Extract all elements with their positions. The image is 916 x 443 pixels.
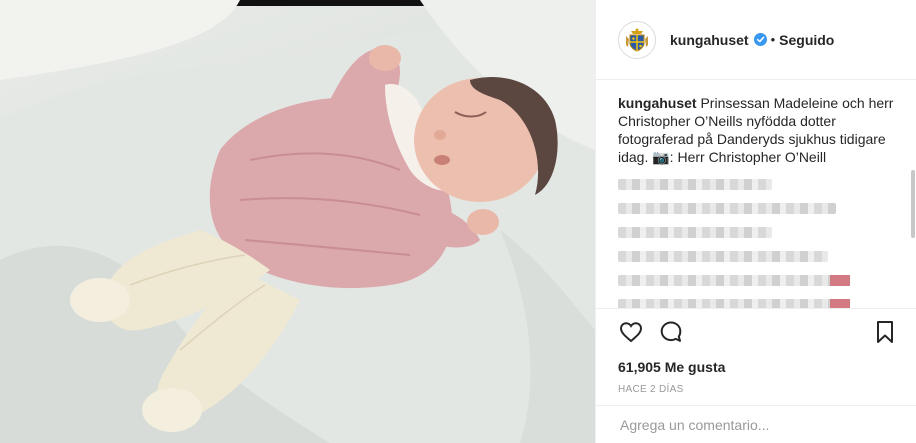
post-caption: kungahuset Prinsessan Madeleine och herr… — [618, 94, 898, 166]
comment-input[interactable] — [618, 415, 894, 434]
blurred-comment — [618, 203, 837, 214]
follow-status-button[interactable]: Seguido — [779, 32, 834, 48]
blurred-comment — [618, 179, 772, 190]
comments-area[interactable]: kungahuset Prinsessan Madeleine och herr… — [596, 80, 916, 308]
header-separator: • — [770, 32, 776, 47]
bookmark-icon[interactable] — [872, 319, 898, 345]
blurred-comment — [618, 275, 851, 286]
add-comment-bar — [596, 405, 916, 443]
post-header: kungahuset • Seguido — [596, 0, 916, 80]
verified-badge-icon — [753, 33, 767, 46]
comments-scrollbar[interactable] — [911, 170, 915, 238]
blurred-comment-emoji — [830, 299, 851, 308]
blurred-comment-emoji — [830, 275, 851, 286]
blurred-comments-list — [618, 179, 898, 308]
comment-bubble-icon[interactable] — [658, 319, 684, 345]
instagram-post: kungahuset • Seguido kungahuset Prinsess… — [0, 0, 916, 443]
post-photo[interactable] — [0, 0, 595, 443]
blurred-comment — [618, 251, 828, 262]
caption-username[interactable]: kungahuset — [618, 95, 697, 111]
heart-icon[interactable] — [618, 319, 644, 345]
post-side-panel: kungahuset • Seguido kungahuset Prinsess… — [595, 0, 916, 443]
blurred-comment — [618, 227, 772, 238]
account-username[interactable]: kungahuset — [670, 32, 749, 48]
likes-count[interactable]: 61,905 Me gusta — [596, 354, 916, 380]
blurred-comment — [618, 299, 851, 308]
baby-photo-illustration — [0, 0, 595, 443]
royal-crest-icon[interactable] — [618, 20, 656, 59]
action-bar — [596, 308, 916, 354]
